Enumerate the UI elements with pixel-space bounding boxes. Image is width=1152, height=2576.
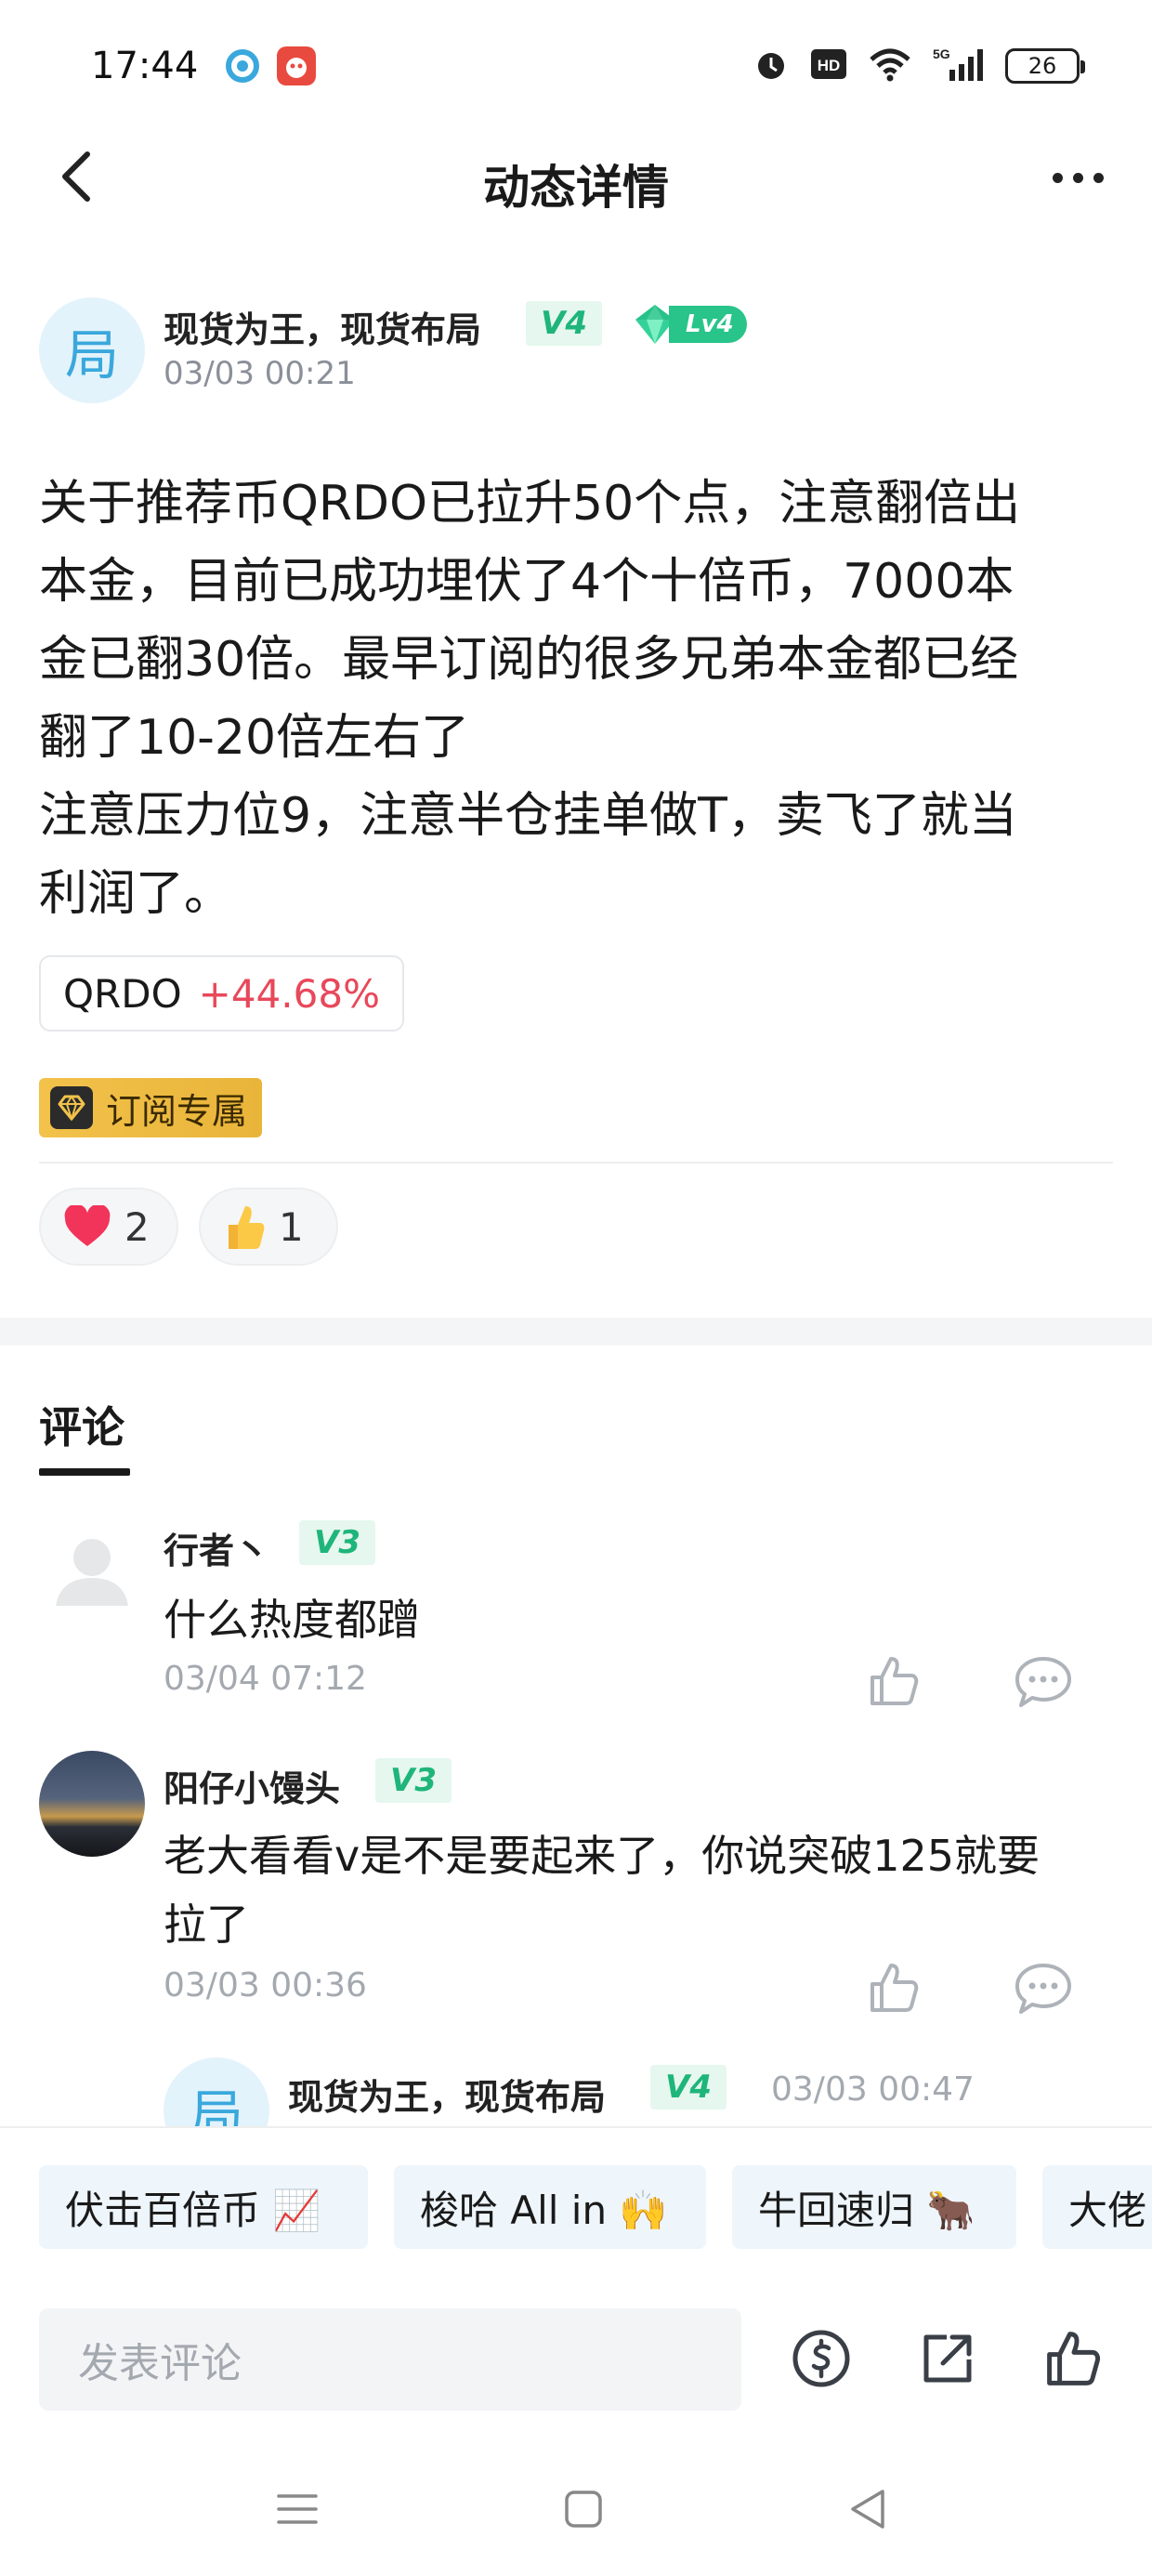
- user-level-badge: Lv4: [632, 303, 747, 346]
- top-nav-bar: 动态详情: [0, 130, 1152, 223]
- tab-indicator: [39, 1468, 130, 1476]
- diamond-icon: [50, 1086, 93, 1129]
- comment-avatar[interactable]: [39, 1751, 145, 1857]
- comment-reply-button[interactable]: [1011, 1649, 1076, 1714]
- author-name[interactable]: 现货为王，现货布局: [164, 301, 481, 352]
- commenter-name[interactable]: 阳仔小馒头: [164, 1760, 340, 1811]
- comment-line: 拉了: [164, 1899, 249, 1950]
- thumbs-up-icon: [1047, 2332, 1101, 2385]
- vip-badge: V3: [375, 1758, 452, 1803]
- post-line: 利润了。: [39, 866, 233, 922]
- menu-icon: [277, 2494, 318, 2524]
- comment-time: 03/04 07:12: [164, 1660, 367, 1698]
- comment-reply-button[interactable]: [1011, 1955, 1076, 2020]
- thumbs-up-icon: [871, 1964, 919, 2012]
- post-time: 03/03 00:21: [164, 355, 356, 392]
- quick-reply-chip[interactable]: 牛回速归 🐂: [732, 2165, 1016, 2249]
- comment-like-button[interactable]: [862, 1649, 927, 1714]
- status-time: 17:44: [91, 45, 199, 87]
- heart-icon: [64, 1205, 111, 1246]
- home-square-icon: [565, 2491, 602, 2528]
- hd-icon: HD: [810, 48, 847, 84]
- home-button[interactable]: [556, 2481, 611, 2537]
- user-level-label: Lv4: [669, 306, 747, 343]
- subscription-badge: 订阅专属: [39, 1078, 263, 1137]
- like-button[interactable]: [1039, 2323, 1109, 2394]
- quick-reply-chip[interactable]: 梭哈 All in 🙌: [394, 2165, 706, 2249]
- post-line: 注意压力位9，注意半仓挂单做T，卖飞了就当: [39, 788, 1017, 844]
- thumbs-up-reaction-button[interactable]: 1: [199, 1188, 338, 1266]
- chat-bubble-icon: [1015, 1657, 1071, 1707]
- post-line: 本金，目前已成功埋伏了4个十倍币，7000本: [39, 554, 1015, 610]
- share-button[interactable]: [912, 2323, 983, 2394]
- quick-reply-chip[interactable]: 伏击百倍币 📈: [39, 2165, 368, 2249]
- post-line: 金已翻30倍。最早订阅的很多兄弟本金都已经: [39, 632, 1019, 688]
- thumbs-up-icon: [871, 1657, 919, 1705]
- page-title: 动态详情: [483, 161, 669, 215]
- menu-button[interactable]: [269, 2481, 325, 2537]
- battery-icon: 26: [1005, 48, 1085, 84]
- alarm-icon: [753, 46, 790, 86]
- coin-change: +44.68%: [198, 970, 380, 1017]
- coin-dollar-icon: [792, 2330, 850, 2387]
- post-line: 翻了10-20倍左右了: [39, 710, 470, 766]
- chat-bubble-icon: [1015, 1964, 1071, 2014]
- vip-badge: V3: [299, 1520, 375, 1565]
- post-content: 关于推荐币QRDO已拉升50个点，注意翻倍出 本金，目前已成功埋伏了4个十倍币，…: [39, 465, 1117, 933]
- commenter-name[interactable]: 行者丶: [164, 1522, 269, 1573]
- system-navigation-bar: [0, 2453, 1152, 2565]
- share-icon: [923, 2334, 972, 2383]
- comment-avatar[interactable]: [39, 1517, 145, 1623]
- svg-text:HD: HD: [818, 57, 841, 74]
- more-options-button[interactable]: [1033, 154, 1122, 201]
- reaction-count: 2: [124, 1203, 150, 1250]
- thumbs-up-emoji-icon: [229, 1206, 265, 1249]
- comment-text: 什么热度都蹭: [164, 1595, 420, 1645]
- wifi-icon: [868, 46, 912, 85]
- tab-comments[interactable]: 评论: [39, 1394, 124, 1455]
- status-icons: HD 5G 26: [753, 45, 1085, 87]
- vip-badge: V4: [526, 301, 602, 346]
- svg-text:5G: 5G: [933, 46, 950, 61]
- like-reaction-button[interactable]: 2: [39, 1188, 178, 1266]
- comment-line: 老大看看v是不是要起来了，你说突破125就要: [164, 1831, 1041, 1881]
- coin-name: QRDO: [63, 970, 182, 1017]
- divider: [39, 1162, 1113, 1163]
- back-triangle-icon: [851, 2490, 884, 2529]
- vip-badge: V4: [650, 2065, 727, 2109]
- reply-author-name[interactable]: 现货为王，现货布局: [288, 2069, 606, 2120]
- coin-tag[interactable]: QRDO +44.68%: [39, 955, 404, 1032]
- comment-time: 03/03 00:36: [164, 1966, 367, 2004]
- comment-text: 老大看看v是不是要起来了，你说突破125就要 拉了: [164, 1821, 1111, 1959]
- tip-button[interactable]: [786, 2323, 857, 2394]
- back-nav-button[interactable]: [840, 2481, 896, 2537]
- more-dots-icon: [1052, 172, 1063, 183]
- signal-5g-icon: 5G: [933, 46, 985, 86]
- app-notification-icon: [277, 46, 316, 85]
- status-bar: 17:44 HD 5G 26: [0, 0, 1152, 139]
- quick-reply-chip[interactable]: 大佬: [1042, 2165, 1152, 2249]
- comment-input[interactable]: 发表评论: [39, 2308, 741, 2411]
- reaction-count: 1: [279, 1203, 304, 1250]
- default-avatar-icon: [56, 1539, 128, 1606]
- post-line: 关于推荐币QRDO已拉升50个点，注意翻倍出: [39, 476, 1021, 532]
- app-notification-icon: [223, 46, 262, 85]
- subscription-label: 订阅专属: [106, 1090, 248, 1132]
- section-divider: [0, 1318, 1152, 1346]
- author-avatar[interactable]: 局: [39, 297, 145, 403]
- reply-time: 03/03 00:47: [771, 2070, 975, 2109]
- comment-like-button[interactable]: [862, 1955, 927, 2020]
